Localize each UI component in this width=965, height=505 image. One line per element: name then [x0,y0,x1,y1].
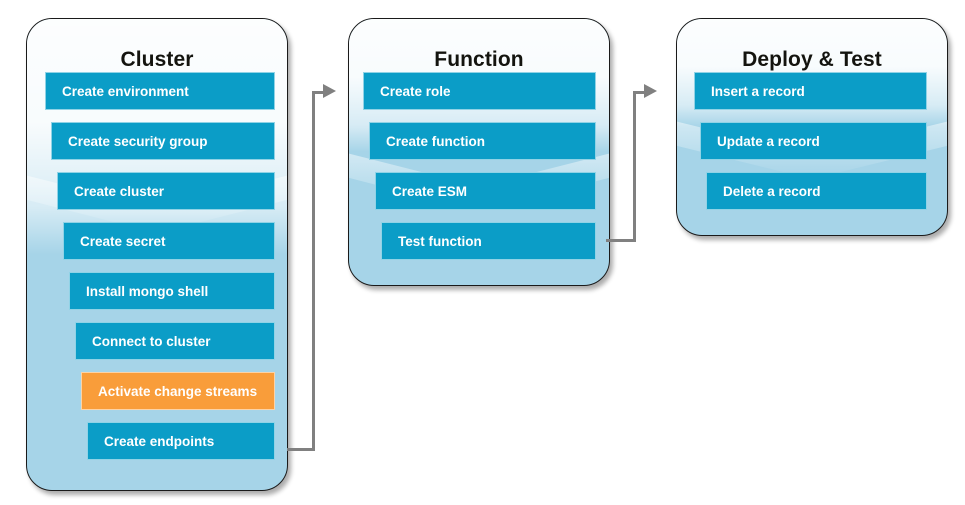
connector-1-segment-up [312,91,315,451]
step-box[interactable]: Update a record [700,122,927,160]
connector-2-segment-up [633,91,636,242]
step-box[interactable]: Create endpoints [87,422,275,460]
column-title-cluster: Cluster [120,48,194,71]
connector-2-arrowhead [644,84,657,98]
step-box[interactable]: Create function [369,122,596,160]
connector-2-segment-out [606,239,636,242]
step-box[interactable]: Create secret [63,222,275,260]
step-box[interactable]: Create security group [51,122,275,160]
connector-1-arrowhead [323,84,336,98]
step-box[interactable]: Create role [363,72,596,110]
step-box[interactable]: Activate change streams [81,372,275,410]
column-title-deploy-test: Deploy & Test [742,48,882,71]
step-box[interactable]: Delete a record [706,172,927,210]
connector-1-segment-out [287,448,315,451]
column-title-function: Function [434,48,524,71]
step-box[interactable]: Create ESM [375,172,596,210]
step-box[interactable]: Connect to cluster [75,322,275,360]
workflow-diagram: Cluster Create environment Create security… [0,0,965,505]
step-box[interactable]: Insert a record [694,72,927,110]
step-box[interactable]: Test function [381,222,596,260]
step-box[interactable]: Install mongo shell [69,272,275,310]
step-box[interactable]: Create cluster [57,172,275,210]
step-box[interactable]: Create environment [45,72,275,110]
